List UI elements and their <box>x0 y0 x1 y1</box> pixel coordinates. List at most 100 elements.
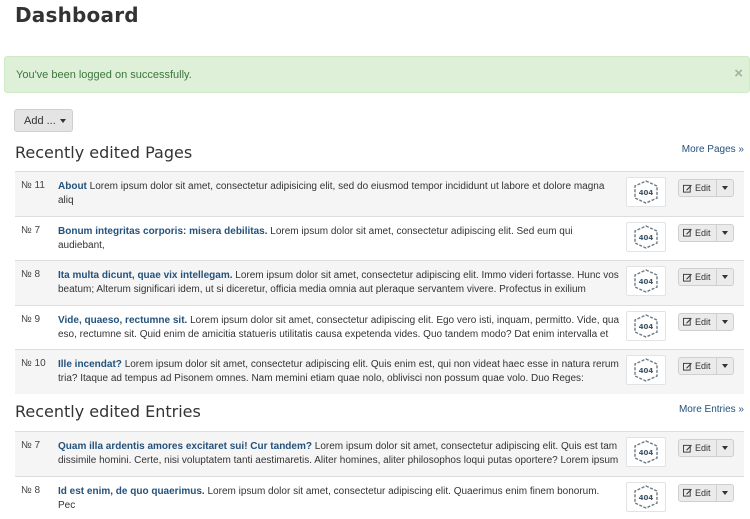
row-excerpt-line1: Lorem ipsum dolor sit amet, consectetur … <box>314 441 618 452</box>
edit-button[interactable]: Edit <box>678 483 717 502</box>
row-excerpt-line1: Lorem ipsum dolor sit amet, consectetur … <box>190 314 619 326</box>
row-excerpt-line1: Lorem ipsum dolor sit amet, consectetur … <box>235 270 619 281</box>
row-excerpt-line1: Lorem ipsum dolor sit amet, consectetur … <box>58 181 605 206</box>
edit-button-group: Edit <box>678 439 734 457</box>
table-row: № 8 Id est enim, de quo quaerimus. Lorem … <box>15 475 744 519</box>
edit-button-label: Edit <box>695 272 711 282</box>
edit-button-group: Edit <box>678 179 734 197</box>
caret-down-icon <box>722 186 728 190</box>
row-title-link[interactable]: Bonum integritas corporis: misera debili… <box>58 226 268 237</box>
row-excerpt-line1: Lorem ipsum dolor sit amet, consectetur … <box>124 359 619 370</box>
edit-button-label: Edit <box>695 227 711 238</box>
edit-dropdown-toggle[interactable] <box>717 439 734 457</box>
row-title-link[interactable]: Ita multa dicunt, quae vix intellegam. <box>58 270 232 281</box>
missing-image-404-icon: 404 <box>634 224 658 249</box>
edit-dropdown-toggle[interactable] <box>717 312 734 331</box>
close-icon[interactable]: × <box>734 66 743 81</box>
edit-button[interactable]: Edit <box>678 312 717 331</box>
edit-dropdown-toggle[interactable] <box>717 223 734 242</box>
edit-button-group: Edit <box>678 357 734 375</box>
pencil-square-icon <box>683 184 692 193</box>
svg-text:404: 404 <box>639 449 654 457</box>
row-text: Ita multa dicunt, quae vix intellegam. L… <box>58 269 619 297</box>
table-row: № 10 Ille incendat? Lorem ipsum dolor sit… <box>15 349 744 394</box>
pencil-square-icon <box>683 444 692 453</box>
row-excerpt-line2: dissimile homini. Certe, nisi voluptatem… <box>58 455 619 466</box>
svg-text:404: 404 <box>639 189 654 197</box>
edit-button-label: Edit <box>695 316 711 327</box>
missing-image-404-icon: 404 <box>634 269 658 293</box>
svg-text:404: 404 <box>639 494 654 502</box>
row-thumbnail[interactable]: 404 <box>626 221 666 252</box>
row-thumbnail[interactable]: 404 <box>626 266 666 296</box>
edit-button-group: Edit <box>678 268 734 286</box>
table-row: № 9 Vide, quaeso, rectumne sit. Lorem ips… <box>15 304 744 350</box>
edit-button[interactable]: Edit <box>678 439 717 457</box>
row-excerpt-line2: beatum; Alterum significari idem, ut si … <box>58 284 586 295</box>
edit-button[interactable]: Edit <box>678 357 717 375</box>
row-number: № 8 <box>21 484 41 496</box>
caret-down-icon <box>722 490 728 495</box>
edit-dropdown-toggle[interactable] <box>717 357 734 375</box>
alert-message: You've been logged on successfully. <box>16 69 192 81</box>
row-number: № 10 <box>21 358 46 369</box>
more-pages-link[interactable]: More Pages » <box>682 144 744 155</box>
missing-image-404-icon: 404 <box>634 313 658 338</box>
missing-image-404-icon: 404 <box>634 358 658 382</box>
svg-text:404: 404 <box>639 323 654 331</box>
row-title-link[interactable]: Id est enim, de quo quaerimus. <box>58 486 205 497</box>
row-thumbnail[interactable]: 404 <box>626 355 666 385</box>
edit-button-group: Edit <box>678 223 734 242</box>
pencil-square-icon <box>683 488 692 497</box>
row-excerpt-line2: eso, rectumne sit. Quid enim de amicitia… <box>58 328 609 340</box>
row-thumbnail[interactable]: 404 <box>626 177 666 207</box>
page-title: Dashboard <box>15 3 139 27</box>
row-text: Bonum integritas corporis: misera debili… <box>58 225 619 253</box>
table-row: № 8 Ita multa dicunt, quae vix intellegam… <box>15 260 744 305</box>
caret-down-icon <box>59 119 66 124</box>
row-text: Id est enim, de quo quaerimus. Lorem ips… <box>58 485 619 513</box>
row-number: № 11 <box>21 180 45 191</box>
missing-image-404-icon: 404 <box>634 484 658 509</box>
row-thumbnail[interactable]: 404 <box>626 310 666 341</box>
edit-button[interactable]: Edit <box>678 179 717 197</box>
table-row: № 11 About Lorem ipsum dolor sit amet, co… <box>15 171 744 216</box>
missing-image-404-icon: 404 <box>634 440 658 464</box>
edit-button[interactable]: Edit <box>678 268 717 286</box>
svg-text:404: 404 <box>639 367 654 375</box>
caret-down-icon <box>722 275 728 279</box>
row-number: № 8 <box>21 269 41 280</box>
edit-button-label: Edit <box>695 443 711 453</box>
section-title-entries: Recently edited Entries <box>15 402 201 421</box>
row-title-link[interactable]: About <box>58 181 87 192</box>
row-number: № 7 <box>21 224 41 236</box>
row-number: № 7 <box>21 440 41 451</box>
caret-down-icon <box>722 230 728 235</box>
row-title-link[interactable]: Quam illa ardentis amores excitaret sui!… <box>58 441 312 452</box>
edit-button[interactable]: Edit <box>678 223 717 242</box>
add-button-label: Add ... <box>24 115 56 127</box>
row-title-link[interactable]: Vide, quaeso, rectumne sit. <box>58 315 187 326</box>
row-thumbnail[interactable]: 404 <box>626 437 666 467</box>
row-text: Quam illa ardentis amores excitaret sui!… <box>58 440 619 468</box>
svg-text:404: 404 <box>639 234 654 242</box>
table-row: № 7 Bonum integritas corporis: misera deb… <box>15 215 744 261</box>
row-title-link[interactable]: Ille incendat? <box>58 359 122 370</box>
edit-dropdown-toggle[interactable] <box>717 179 734 197</box>
more-entries-link[interactable]: More Entries » <box>679 404 744 415</box>
edit-dropdown-toggle[interactable] <box>717 268 734 286</box>
caret-down-icon <box>722 319 728 324</box>
row-text: Vide, quaeso, rectumne sit. Lorem ipsum … <box>58 314 619 342</box>
edit-button-group: Edit <box>678 483 734 502</box>
add-dropdown-button[interactable]: Add ... <box>14 109 73 132</box>
edit-button-label: Edit <box>695 183 711 193</box>
row-number: № 9 <box>21 313 41 325</box>
section-title-pages: Recently edited Pages <box>15 143 193 162</box>
row-thumbnail[interactable]: 404 <box>626 481 666 512</box>
svg-text:404: 404 <box>639 278 654 286</box>
caret-down-icon <box>722 446 728 450</box>
pencil-square-icon <box>683 273 692 282</box>
edit-button-label: Edit <box>695 361 711 371</box>
missing-image-404-icon: 404 <box>634 180 658 204</box>
edit-dropdown-toggle[interactable] <box>717 483 734 502</box>
